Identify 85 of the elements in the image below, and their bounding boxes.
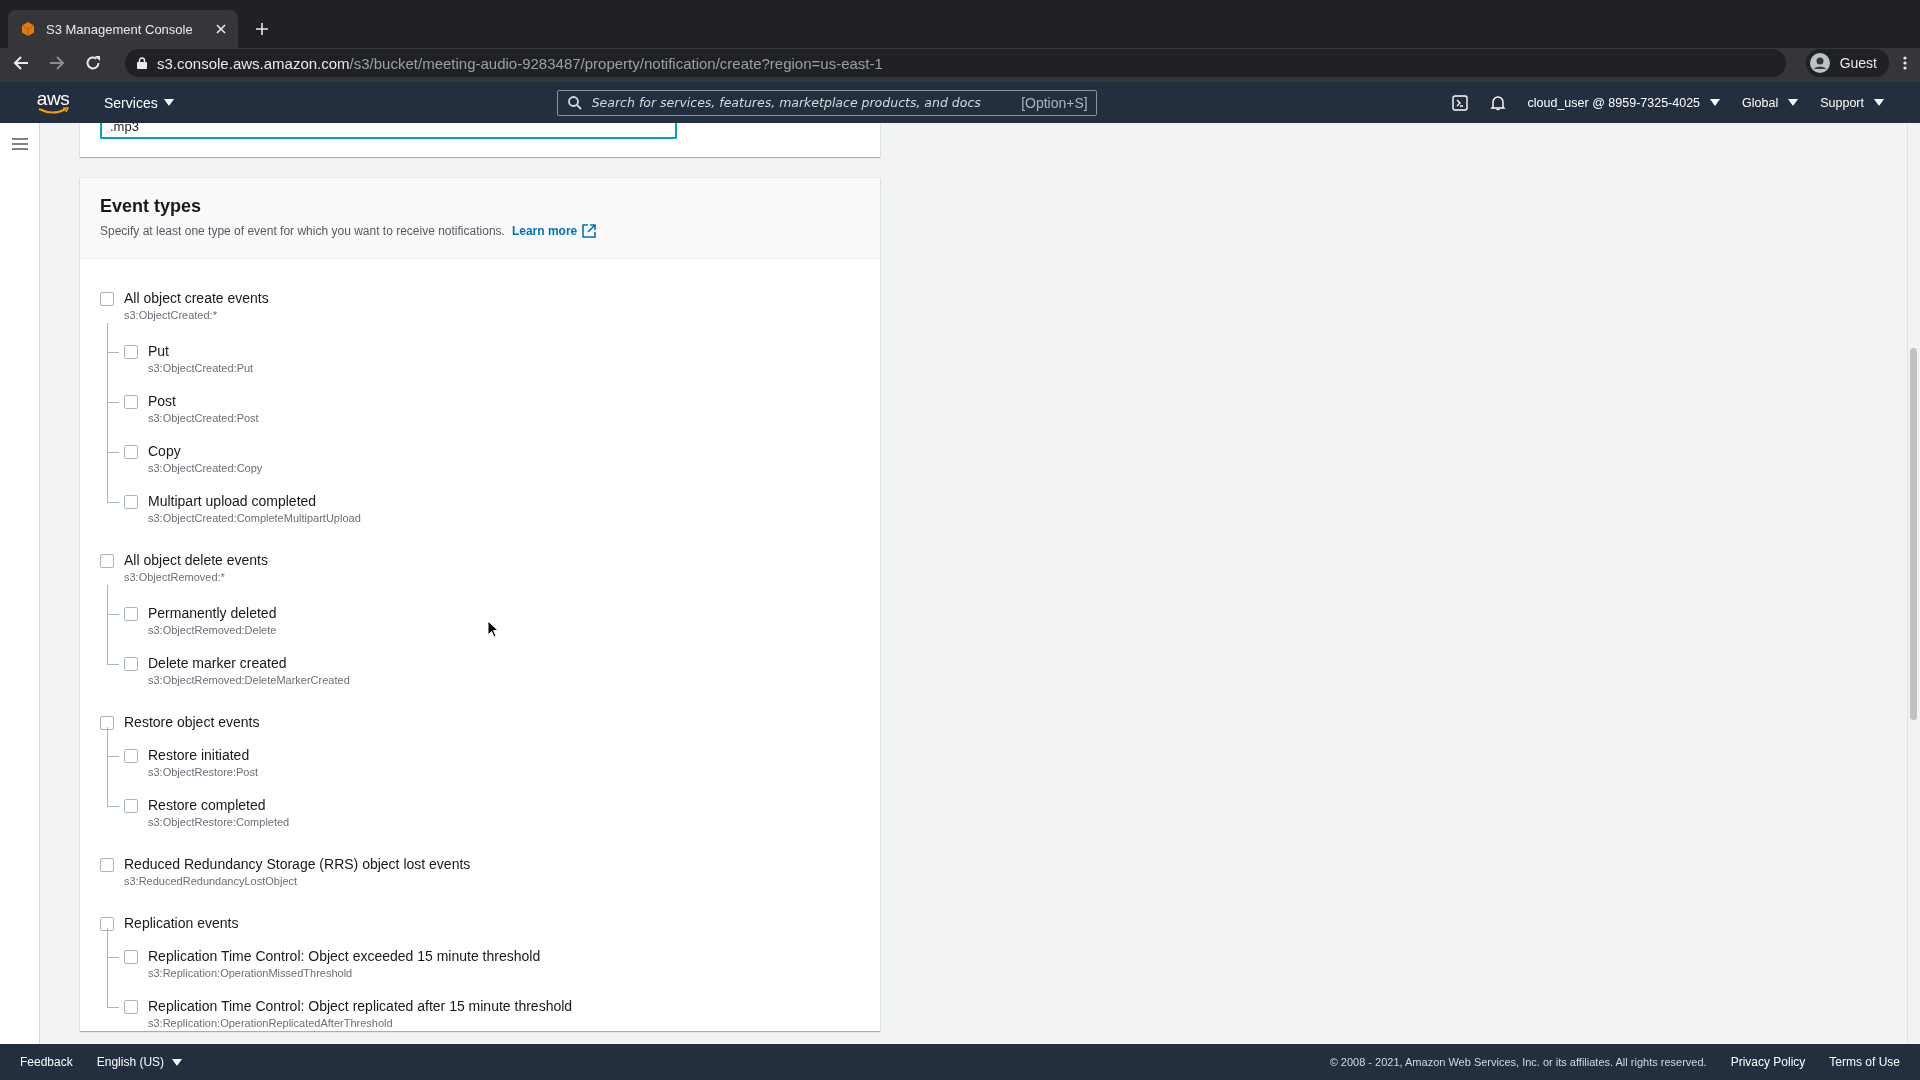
event-code: s3:ObjectRestore:Completed xyxy=(148,815,290,830)
search-icon xyxy=(567,95,582,110)
checkbox[interactable] xyxy=(124,445,138,459)
option-label[interactable]: All object delete events xyxy=(124,551,268,569)
event-code: s3:ObjectRemoved:DeleteMarkerCreated xyxy=(148,673,350,688)
option-label[interactable]: Replication Time Control: Object exceeded 15 minute threshold xyxy=(148,947,541,965)
caret-icon xyxy=(1874,99,1884,106)
external-link-icon xyxy=(582,224,597,238)
event-code: s3:Replication:OperationReplicatedAfterThreshold xyxy=(148,1016,394,1031)
checkbox[interactable] xyxy=(124,799,138,813)
section-description: Specify at least one type of event for which you want to receive notifications. xyxy=(100,224,505,238)
scrollbar-thumb[interactable] xyxy=(1910,348,1917,720)
learn-more-link[interactable]: Learn more xyxy=(511,224,578,238)
checkbox[interactable] xyxy=(100,292,114,306)
url-path: /s3/bucket/meeting-audio-9283487/property/notification/create?region=us-east-1 xyxy=(349,54,883,72)
caret-icon xyxy=(163,99,174,106)
plus-icon[interactable] xyxy=(256,23,268,35)
checkbox[interactable] xyxy=(124,607,138,621)
forward-icon[interactable] xyxy=(49,55,65,71)
terms-of-use-link[interactable]: Terms of Use xyxy=(1829,1055,1900,1069)
shortcut-hint: [Option+S] xyxy=(1021,94,1088,111)
caret-icon xyxy=(1788,99,1799,106)
section-title: Event types xyxy=(100,196,203,217)
event-code: s3:ObjectCreated:* xyxy=(124,308,218,323)
event-code: s3:ObjectCreated:Post xyxy=(148,411,259,426)
feedback-link[interactable]: Feedback xyxy=(20,1055,73,1069)
event-code: s3:ObjectCreated:Copy xyxy=(148,461,263,476)
checkbox[interactable] xyxy=(124,950,138,964)
support-menu[interactable]: Support xyxy=(1820,95,1884,110)
lock-icon xyxy=(137,57,147,69)
checkbox[interactable] xyxy=(100,858,114,872)
option-label[interactable]: All object create events xyxy=(124,289,269,307)
option-label[interactable]: Delete marker created xyxy=(148,654,350,672)
option-label[interactable]: Copy xyxy=(148,442,263,460)
bell-icon[interactable] xyxy=(1489,94,1506,111)
cube-icon xyxy=(20,21,36,37)
copyright-text: © 2008 - 2021, Amazon Web Services, Inc. or its affiliates. All rights reserved. xyxy=(1329,1056,1707,1068)
checkbox[interactable] xyxy=(124,657,138,671)
region-menu[interactable]: Global xyxy=(1742,95,1799,110)
kebab-menu-icon[interactable] xyxy=(1903,56,1907,70)
option-label[interactable]: Permanently deleted xyxy=(148,604,277,622)
option-label[interactable]: Multipart upload completed xyxy=(148,492,361,510)
avatar-icon xyxy=(1809,53,1830,73)
checkbox[interactable] xyxy=(124,1000,138,1014)
browser-tab[interactable]: S3 Management Console xyxy=(8,10,238,48)
option-label[interactable]: Replication Time Control: Object replicated after 15 minute threshold xyxy=(148,997,573,1015)
option-label[interactable]: Reduced Redundancy Storage (RRS) object lost events xyxy=(124,855,471,873)
reload-icon[interactable] xyxy=(85,55,101,71)
terminal-icon[interactable] xyxy=(1451,94,1468,111)
account-menu[interactable]: cloud_user @ 8959-7325-4025 xyxy=(1527,95,1721,110)
event-code: s3:ObjectCreated:Put xyxy=(148,361,254,376)
checkbox[interactable] xyxy=(124,395,138,409)
back-icon[interactable] xyxy=(13,55,29,71)
language-menu[interactable]: English (US) xyxy=(96,1055,183,1069)
profile-button[interactable]: Guest xyxy=(1805,49,1889,77)
cursor-icon xyxy=(487,620,499,638)
option-label[interactable]: Restore completed xyxy=(148,796,290,814)
option-label[interactable]: Put xyxy=(148,342,254,360)
caret-icon xyxy=(1710,99,1721,106)
event-code: s3:ObjectRemoved:* xyxy=(124,570,226,585)
option-label[interactable]: Replication events xyxy=(124,914,239,932)
event-code: s3:ReducedRedundancyLostObject xyxy=(124,874,299,889)
aws-logo[interactable]: aws xyxy=(36,90,70,115)
checkbox[interactable] xyxy=(100,554,114,568)
caret-icon xyxy=(172,1058,183,1066)
tab-title: S3 Management Console xyxy=(46,21,194,37)
event-code: s3:Replication:OperationMissedThreshold xyxy=(148,966,354,981)
url-host: s3.console.aws.amazon.com xyxy=(157,54,350,72)
option-label[interactable]: Restore object events xyxy=(124,713,260,731)
privacy-policy-link[interactable]: Privacy Policy xyxy=(1730,1055,1806,1069)
event-code: s3:ObjectRestore:Post xyxy=(148,765,259,780)
checkbox[interactable] xyxy=(100,716,114,730)
menu-icon[interactable] xyxy=(11,138,28,150)
checkbox[interactable] xyxy=(124,749,138,763)
checkbox[interactable] xyxy=(124,345,138,359)
event-code: s3:ObjectCreated:CompleteMultipartUpload xyxy=(148,511,361,526)
close-icon[interactable] xyxy=(216,24,226,34)
services-menu[interactable]: Services xyxy=(104,94,174,111)
checkbox[interactable] xyxy=(100,917,114,931)
address-bar[interactable]: s3.console.aws.amazon.com/s3/bucket/meeting-audio-9283487/property/notification/create?region=us-east-1 xyxy=(125,49,1786,77)
checkbox[interactable] xyxy=(124,495,138,509)
option-label[interactable]: Post xyxy=(148,392,259,410)
event-code: s3:ObjectRemoved:Delete xyxy=(148,623,277,638)
search-field[interactable]: Search for services, features, marketplace products, and docs [Option+S] xyxy=(556,89,1097,116)
option-label[interactable]: Restore initiated xyxy=(148,746,259,764)
